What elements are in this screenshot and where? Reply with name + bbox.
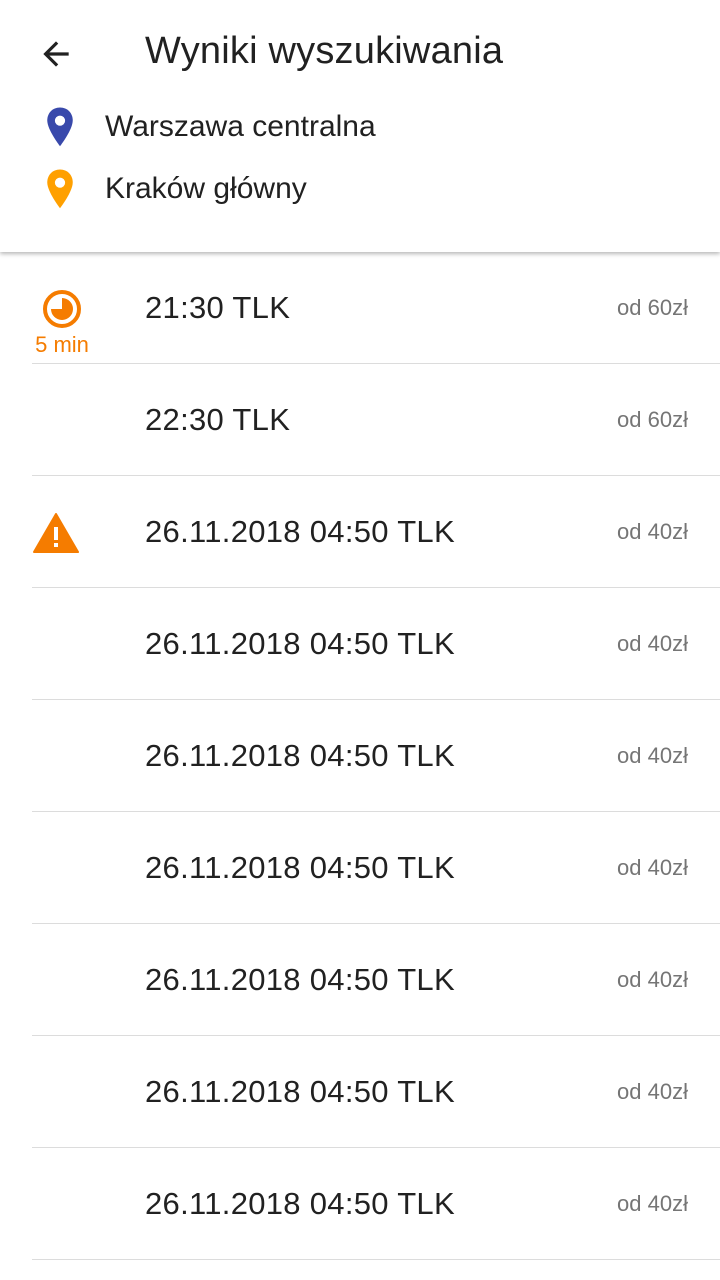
location-pin-icon: [47, 169, 73, 209]
train-label: 21:30 TLK: [145, 290, 291, 325]
price-label: od 40zł: [617, 519, 688, 544]
train-label: 26.11.2018 04:50 TLK: [145, 738, 455, 773]
result-row[interactable]: 26.11.2018 04:50 TLK od 40zł: [0, 476, 720, 588]
price-label: od 40zł: [617, 855, 688, 880]
result-row[interactable]: 26.11.2018 04:50 TLK od 40zł: [0, 1148, 720, 1260]
price-label: od 40zł: [617, 967, 688, 992]
result-row[interactable]: 26.11.2018 04:50 TLK od 40zł: [0, 812, 720, 924]
train-label: 26.11.2018 04:50 TLK: [145, 514, 455, 549]
to-station-row: Kraków główny: [0, 162, 720, 216]
results-list: 5 min 21:30 TLK od 60zł 22:30 TLK od 60z…: [0, 252, 720, 1280]
price-label: od 40zł: [617, 1191, 688, 1216]
price-label: od 40zł: [617, 743, 688, 768]
delay-indicator: 5 min: [28, 288, 96, 358]
train-label: 26.11.2018 04:50 TLK: [145, 1074, 455, 1109]
to-station-label: Kraków główny: [105, 172, 307, 205]
train-label: 26.11.2018 04:50 TLK: [145, 850, 455, 885]
train-label: 26.11.2018 04:50 TLK: [145, 626, 455, 661]
price-label: od 40zł: [617, 631, 688, 656]
divider: [32, 1259, 720, 1260]
from-station-label: Warszawa centralna: [105, 110, 376, 143]
train-label: 26.11.2018 04:50 TLK: [145, 1186, 455, 1221]
price-label: od 60zł: [617, 407, 688, 432]
page-title: Wyniki wyszukiwania: [145, 30, 504, 72]
price-label: od 40zł: [617, 1079, 688, 1104]
train-label: 22:30 TLK: [145, 402, 291, 437]
result-row[interactable]: 26.11.2018 04:50 TLK od 40zł: [0, 1036, 720, 1148]
result-row[interactable]: 26.11.2018 04:50 TLK od 40zł: [0, 700, 720, 812]
arrow-back-icon: [43, 41, 69, 67]
back-button[interactable]: [26, 24, 86, 84]
result-row[interactable]: 26.11.2018 04:50 TLK od 40zł: [0, 924, 720, 1036]
delay-label: 5 min: [35, 332, 89, 357]
result-row[interactable]: 22:30 TLK od 60zł: [0, 364, 720, 476]
price-label: od 60zł: [617, 295, 688, 320]
result-row[interactable]: 26.11.2018 04:50 TLK od 40zł: [0, 588, 720, 700]
clock-delay-icon: [43, 290, 81, 328]
result-row[interactable]: 5 min 21:30 TLK od 60zł: [0, 252, 720, 364]
from-station-row: Warszawa centralna: [0, 100, 720, 154]
app-header: Wyniki wyszukiwania Warszawa centralna K…: [0, 0, 720, 252]
warning-triangle-icon: [33, 513, 79, 553]
train-label: 26.11.2018 04:50 TLK: [145, 962, 455, 997]
location-pin-icon: [47, 107, 73, 147]
